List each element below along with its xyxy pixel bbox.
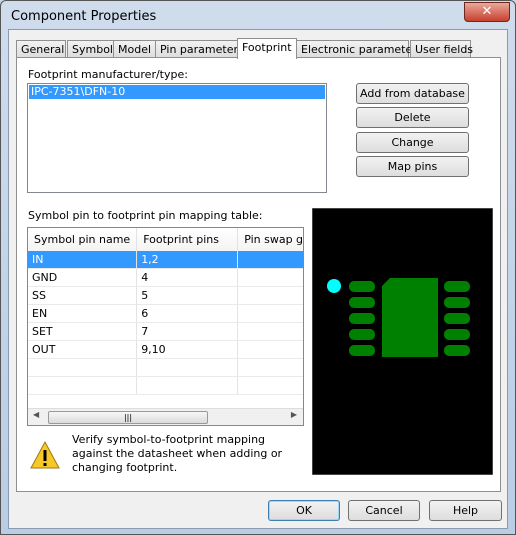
- help-button[interactable]: Help: [429, 500, 502, 521]
- horizontal-scrollbar[interactable]: ◀ ||| ▶: [28, 408, 303, 425]
- footprint-preview: [312, 208, 493, 475]
- footprint-pad: [444, 297, 470, 308]
- table-header: Symbol pin name Footprint pins Pin swap …: [28, 228, 303, 251]
- cell: 1,2: [136, 251, 239, 269]
- cell: OUT: [28, 340, 138, 359]
- footprint-pad: [444, 329, 470, 340]
- cell: [237, 251, 303, 269]
- mapping-table-label: Symbol pin to footprint pin mapping tabl…: [28, 209, 263, 222]
- cell: SET: [28, 322, 138, 341]
- close-icon[interactable]: ✕: [464, 2, 510, 22]
- tab-electronic-parameters[interactable]: Electronic parameters: [296, 40, 423, 58]
- tab-pin-parameters[interactable]: Pin parameters: [155, 40, 244, 58]
- cell: 6: [136, 304, 239, 323]
- cell: IN: [28, 251, 138, 269]
- cell: 9,10: [136, 340, 239, 359]
- tab-user-fields[interactable]: User fields: [410, 40, 473, 58]
- cell: EN: [28, 304, 138, 323]
- cell: [237, 286, 303, 305]
- cell: 7: [136, 322, 239, 341]
- footprint-list-item[interactable]: IPC-7351\DFN-10: [29, 85, 325, 99]
- tab-symbol[interactable]: Symbol: [67, 40, 114, 58]
- cell: [237, 304, 303, 323]
- footprint-pad: [349, 281, 375, 292]
- delete-button[interactable]: Delete: [356, 107, 469, 128]
- table-row: [28, 358, 303, 377]
- warning-text: Verify symbol-to-footprint mapping again…: [72, 433, 283, 474]
- cancel-button[interactable]: Cancel: [348, 500, 420, 521]
- window-title: Component Properties: [11, 9, 157, 24]
- footprint-list[interactable]: IPC-7351\DFN-10: [27, 83, 327, 193]
- tab-general[interactable]: General: [16, 40, 66, 58]
- footprint-pad: [349, 297, 375, 308]
- footprint-pad: [444, 345, 470, 356]
- cell: SS: [28, 286, 138, 305]
- table-row[interactable]: GND 4: [28, 268, 303, 287]
- table-row: [28, 376, 303, 395]
- map-pins-button[interactable]: Map pins: [356, 156, 469, 177]
- footprint-pad: [444, 281, 470, 292]
- column-header[interactable]: Footprint pins: [136, 228, 239, 251]
- cell: [237, 340, 303, 359]
- scrollbar-thumb[interactable]: |||: [48, 411, 208, 424]
- scroll-right-icon[interactable]: ▶: [291, 410, 297, 419]
- cell: GND: [28, 268, 138, 287]
- cell: 5: [136, 286, 239, 305]
- ok-button[interactable]: OK: [268, 500, 340, 521]
- column-header[interactable]: Symbol pin name: [28, 228, 138, 251]
- cell: 4: [136, 268, 239, 287]
- table-row[interactable]: EN 6: [28, 304, 303, 323]
- mapping-table[interactable]: Symbol pin name Footprint pins Pin swap …: [27, 227, 304, 426]
- tab-footprint[interactable]: Footprint: [237, 38, 297, 59]
- footprint-pad: [349, 313, 375, 324]
- table-row[interactable]: SET 7: [28, 322, 303, 341]
- footprint-pad: [349, 329, 375, 340]
- add-from-database-button[interactable]: Add from database: [356, 83, 469, 104]
- footprint-type-label: Footprint manufacturer/type:: [28, 68, 188, 81]
- footprint-pad: [349, 345, 375, 356]
- change-button[interactable]: Change: [356, 132, 469, 153]
- footprint-pad: [444, 313, 470, 324]
- tab-model[interactable]: Model: [113, 40, 156, 58]
- cell: [237, 268, 303, 287]
- footprint-thermal-pad: [382, 278, 438, 357]
- table-row[interactable]: SS 5: [28, 286, 303, 305]
- warning-icon: [30, 440, 60, 469]
- pin1-marker: [327, 279, 341, 293]
- cell: [237, 322, 303, 341]
- scroll-left-icon[interactable]: ◀: [33, 410, 39, 419]
- column-header[interactable]: Pin swap grou: [237, 228, 303, 251]
- table-row[interactable]: OUT 9,10: [28, 340, 303, 359]
- table-row[interactable]: IN 1,2: [28, 251, 303, 269]
